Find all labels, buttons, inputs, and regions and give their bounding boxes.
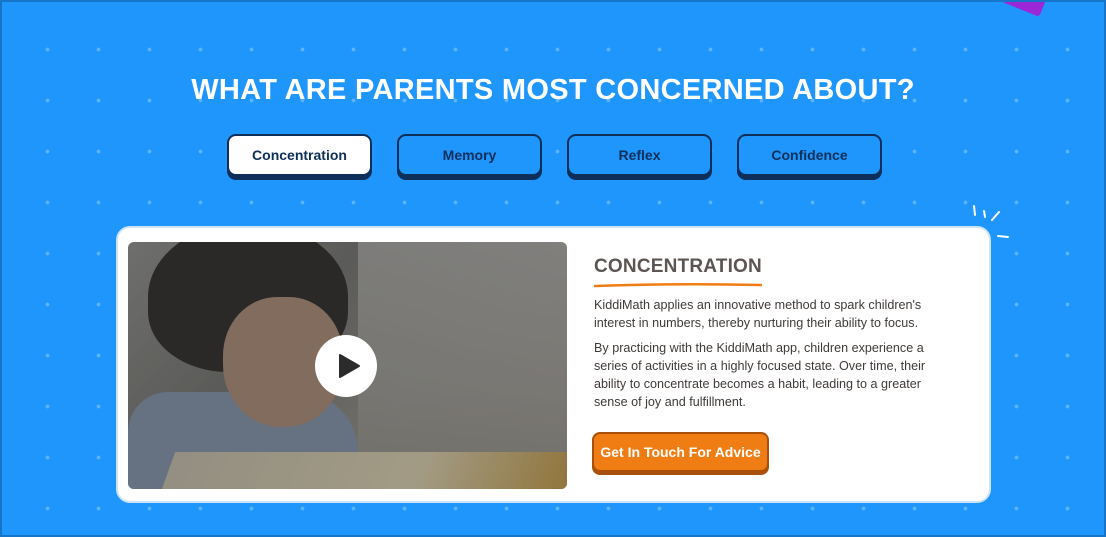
- tab-concentration[interactable]: Concentration: [227, 134, 372, 176]
- section-heading: WHAT ARE PARENTS MOST CONCERNED ABOUT?: [191, 74, 915, 106]
- concern-tabs: Concentration Memory Reflex Confidence: [227, 134, 882, 176]
- tab-confidence[interactable]: Confidence: [737, 134, 882, 176]
- play-icon: [339, 354, 360, 378]
- card-content: CONCENTRATION KiddiMath applies an innov…: [594, 256, 954, 412]
- title-underline: [594, 282, 762, 288]
- corner-decoration: [1002, 0, 1046, 17]
- concern-card: CONCENTRATION KiddiMath applies an innov…: [116, 226, 991, 503]
- card-paragraph-1: KiddiMath applies an innovative method t…: [594, 298, 922, 331]
- card-paragraph-2: By practicing with the KiddiMath app, ch…: [594, 340, 926, 410]
- tab-reflex[interactable]: Reflex: [567, 134, 712, 176]
- tab-memory[interactable]: Memory: [397, 134, 542, 176]
- card-title: CONCENTRATION: [594, 256, 762, 277]
- card-title-wrap: CONCENTRATION: [594, 256, 762, 288]
- video-thumbnail[interactable]: [128, 242, 567, 489]
- get-in-touch-button[interactable]: Get In Touch For Advice: [592, 432, 769, 472]
- play-button[interactable]: [315, 335, 377, 397]
